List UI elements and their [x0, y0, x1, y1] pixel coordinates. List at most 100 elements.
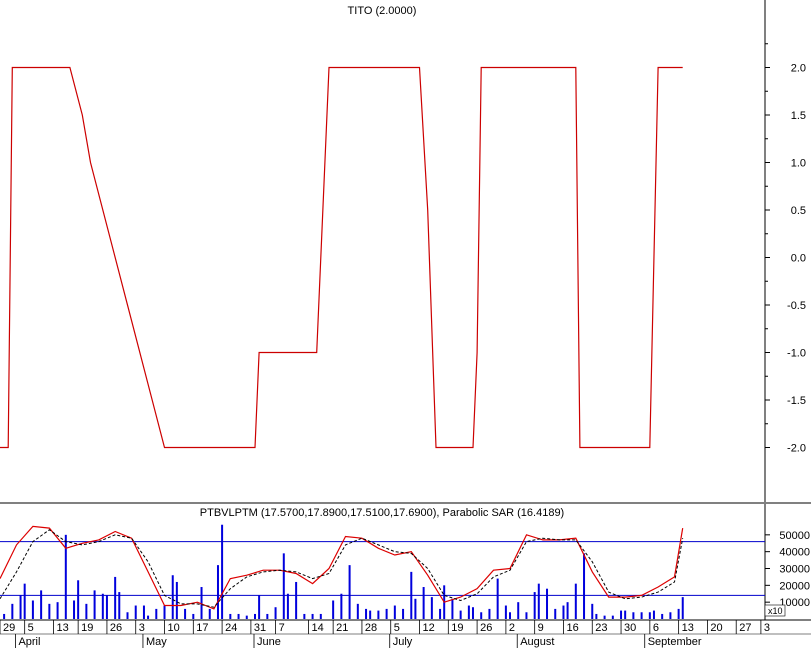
ptbvlptm-y-tick-label: 20000	[779, 580, 810, 592]
volume-bar	[624, 610, 627, 619]
volume-bar	[562, 605, 565, 619]
volume-bar	[340, 593, 343, 619]
volume-bar	[114, 576, 117, 619]
volume-bar	[554, 608, 557, 619]
volume-bar	[282, 553, 285, 619]
tito-y-tick-label: -0.5	[787, 300, 806, 312]
x-day-tick-label: 6	[653, 622, 659, 634]
volume-bar	[652, 610, 655, 619]
volume-bar	[402, 608, 405, 619]
volume-bar	[620, 610, 623, 619]
volume-bar	[155, 608, 158, 619]
volume-bar	[365, 608, 368, 619]
volume-bar	[147, 615, 150, 619]
volume-bar	[595, 613, 598, 619]
volume-bar	[101, 593, 104, 619]
x-day-tick-label: 28	[365, 622, 377, 634]
ptbvlptm-panel-title: PTBVLPTM (17.5700,17.8900,17.5100,17.690…	[200, 507, 564, 519]
x-day-tick-label: 23	[595, 622, 607, 634]
x-day-tick-label: 29	[3, 622, 15, 634]
x-month-label: September	[648, 636, 702, 648]
x-day-tick-label: 31	[254, 622, 266, 634]
volume-bar	[488, 608, 491, 619]
x-day-tick-label: 30	[624, 622, 636, 634]
volume-bar	[504, 605, 507, 619]
volume-bar	[11, 603, 14, 619]
tito-panel-title: TITO (2.0000)	[348, 5, 417, 17]
volume-bar	[632, 612, 635, 619]
volume-bar	[266, 613, 269, 619]
volume-bar	[126, 612, 129, 619]
volume-bar	[216, 565, 219, 619]
volume-bar	[171, 575, 174, 619]
volume-bar	[611, 615, 614, 619]
tito-y-tick-label: -2.0	[787, 443, 806, 455]
volume-bar	[192, 613, 195, 619]
x-day-tick-label: 19	[451, 622, 463, 634]
volume-bar	[574, 583, 577, 619]
ptbvlptm-y-tick-label: 30000	[779, 564, 810, 576]
ptbvlptm-y-tick-label: 40000	[779, 547, 810, 559]
volume-bar	[517, 602, 520, 619]
volume-bar	[525, 612, 528, 619]
x-day-tick-label: 26	[480, 622, 492, 634]
volume-bar	[274, 607, 277, 619]
volume-bar	[509, 612, 511, 619]
x-day-tick-label: 17	[196, 622, 208, 634]
volume-bar	[73, 600, 76, 619]
volume-bar	[369, 610, 372, 619]
volume-bar	[40, 590, 43, 619]
volume-bar	[332, 600, 335, 619]
volume-bar	[93, 590, 96, 619]
volume-bar	[533, 592, 536, 619]
tito-y-tick-label: 1.5	[791, 110, 806, 122]
volume-bar	[175, 581, 178, 619]
volume-bar	[459, 610, 462, 619]
volume-bar	[422, 587, 425, 619]
x-day-tick-label: 10	[168, 622, 180, 634]
volume-bar	[237, 613, 240, 619]
x-day-tick-label: 14	[311, 622, 323, 634]
volume-bar	[669, 612, 672, 619]
volume-bar	[603, 615, 606, 619]
volume-bar	[496, 578, 499, 619]
volume-bar	[451, 598, 454, 619]
ptbvlptm-y-tick-label: 50000	[779, 530, 810, 542]
volume-bar	[566, 602, 569, 619]
volume-bar	[31, 600, 34, 619]
volume-bar	[311, 613, 314, 619]
x-day-tick-label: 21	[336, 622, 348, 634]
volume-bar	[393, 605, 396, 619]
volume-bar	[77, 580, 80, 619]
volume-bar	[56, 602, 59, 619]
volume-bar	[356, 603, 359, 619]
volume-bar	[118, 592, 121, 619]
x-day-tick-label: 19	[81, 622, 93, 634]
x-day-tick-label: 9	[538, 622, 544, 634]
x-month-label: June	[257, 636, 281, 648]
volume-bar	[48, 603, 51, 619]
x-day-tick-label: 20	[710, 622, 722, 634]
x-month-label: May	[146, 636, 167, 648]
x-day-tick-label: 3	[764, 622, 770, 634]
tito-y-tick-label: 2.0	[791, 63, 806, 75]
x-month-label: April	[18, 636, 40, 648]
x-day-tick-label: 13	[682, 622, 694, 634]
volume-bar	[467, 605, 470, 619]
volume-bar	[348, 565, 351, 619]
volume-bar	[258, 595, 261, 619]
volume-bar	[640, 612, 643, 619]
volume-bar	[385, 608, 388, 619]
chart-background	[0, 0, 811, 648]
scale-label: x10	[768, 606, 783, 616]
x-day-tick-label: 3	[139, 622, 145, 634]
x-month-label: August	[520, 636, 554, 648]
volume-bar	[208, 608, 211, 619]
tito-y-tick-label: -1.5	[787, 395, 806, 407]
volume-bar	[319, 613, 322, 619]
volume-bar	[480, 612, 483, 619]
volume-bar	[221, 524, 224, 619]
volume-bar	[19, 595, 22, 619]
volume-bar	[661, 613, 664, 619]
volume-bar	[414, 598, 417, 619]
